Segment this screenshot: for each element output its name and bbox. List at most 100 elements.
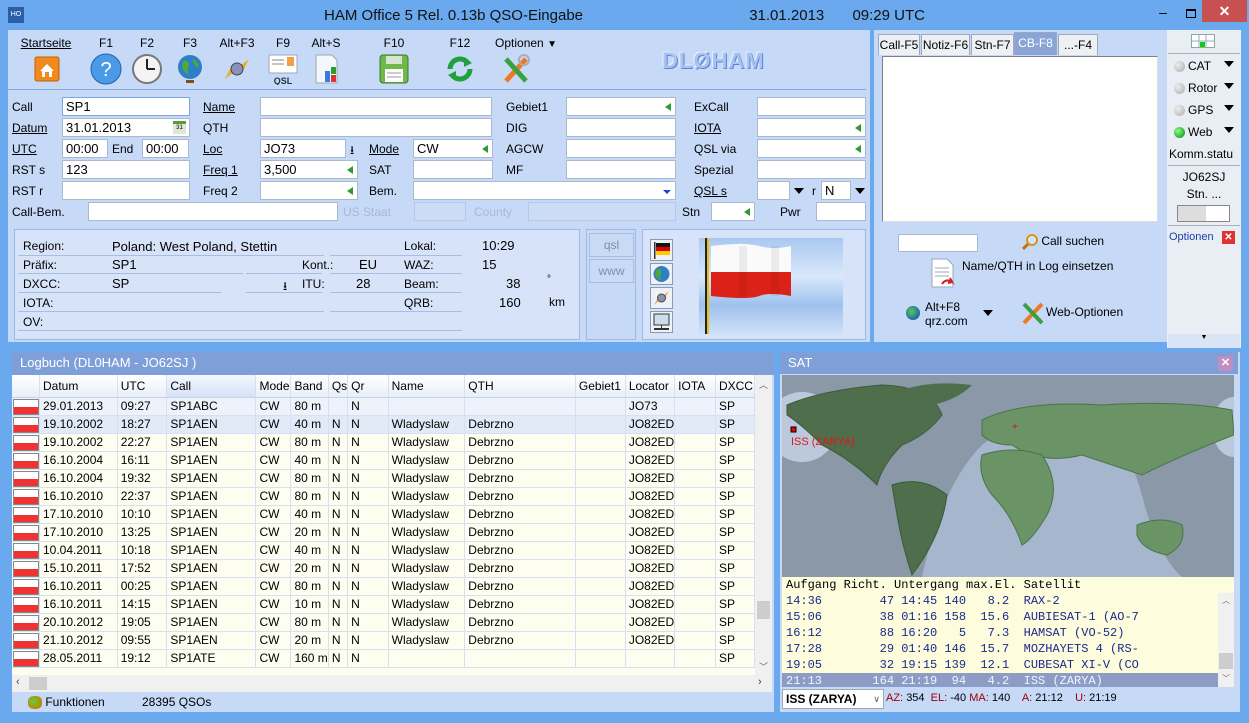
call-search-input[interactable] — [898, 234, 978, 252]
gebiet1-input[interactable] — [566, 97, 676, 116]
functions-button[interactable]: Funktionen — [28, 695, 105, 710]
column-header-iota[interactable]: IOTA — [674, 375, 716, 398]
rotor-dropdown-icon[interactable] — [1224, 83, 1234, 89]
log-row[interactable]: 16.10.2004 19:32 SP1AEN CW 80 m N N Wladyslaw De… — [12, 469, 755, 488]
call-input[interactable]: SP1 — [62, 97, 190, 116]
scrollbar-thumb[interactable] — [757, 601, 770, 619]
iota-arrow-icon[interactable] — [855, 124, 861, 132]
iss-position-marker[interactable] — [790, 426, 797, 433]
spezial-input[interactable] — [757, 160, 866, 179]
rotor-label[interactable]: Rotor — [1188, 81, 1217, 95]
log-row[interactable]: 16.10.2010 22:37 SP1AEN CW 80 m N N Wladyslaw De… — [12, 487, 755, 506]
qsl-button[interactable]: qsl — [589, 233, 634, 257]
qsl-s-dropdown-icon[interactable] — [794, 188, 804, 194]
log-row[interactable]: 28.05.2011 19:12 SP1ATE CW 160 m N N SP — [12, 649, 755, 668]
qsl-r-input[interactable]: N — [821, 181, 851, 200]
column-header-utc[interactable]: UTC — [117, 375, 168, 398]
scroll-right-icon[interactable]: › — [758, 676, 762, 688]
mode-input[interactable]: CW — [413, 139, 493, 158]
tab-more[interactable]: ...-F4 — [1058, 34, 1098, 55]
scroll-down-icon[interactable]: ▼ — [1168, 334, 1240, 348]
freq1-input[interactable]: 3,500 — [260, 160, 358, 179]
cb-text-area[interactable] — [882, 56, 1158, 222]
us-staat-input[interactable] — [414, 202, 466, 221]
loc-input[interactable]: JO73 — [260, 139, 346, 158]
toolbar-qsl-button[interactable]: F9 QSL — [266, 36, 300, 86]
qth-input[interactable] — [260, 118, 492, 137]
qsl-s-input[interactable] — [757, 181, 790, 200]
sat-input[interactable] — [413, 160, 493, 179]
county-input[interactable] — [528, 202, 676, 221]
column-header-gebiet1[interactable]: Gebiet1 — [575, 375, 626, 398]
logbook-vertical-scrollbar[interactable]: ︿ ﹀ — [755, 375, 772, 675]
log-row[interactable]: 16.10.2004 16:11 SP1AEN CW 40 m N N Wladyslaw De… — [12, 451, 755, 470]
logbook-horizontal-scrollbar[interactable]: ‹ › — [12, 675, 772, 692]
column-header-qr[interactable]: Qr — [347, 375, 389, 398]
excall-input[interactable] — [757, 97, 866, 116]
call-bem-input[interactable] — [88, 202, 338, 221]
toolbar-save-button[interactable]: F10 — [376, 36, 412, 85]
satellite-select[interactable]: ISS (ZARYA) ∨ — [782, 689, 884, 709]
log-row[interactable]: 17.10.2010 10:10 SP1AEN CW 40 m N N Wladyslaw De… — [12, 505, 755, 524]
rst-r-input[interactable] — [62, 181, 190, 200]
options-link[interactable]: Optionen — [1169, 231, 1214, 243]
cat-dropdown-icon[interactable] — [1224, 61, 1234, 67]
satellite-icon[interactable] — [650, 287, 673, 309]
scroll-up-icon[interactable]: ︿ — [1222, 595, 1230, 606]
rst-s-input[interactable]: 123 — [62, 160, 190, 179]
toolbar-help-button[interactable]: F1 ? — [88, 36, 124, 85]
sat-pass-row[interactable]: 19:05 32 19:15 139 12.1 CUBESAT XI-V (CO — [786, 657, 1139, 673]
tab-stn[interactable]: Stn-F7 — [971, 34, 1014, 55]
freq2-input[interactable] — [260, 181, 358, 200]
toolbar-clock-button[interactable]: F2 — [129, 36, 165, 85]
column-header-flag[interactable] — [12, 375, 40, 398]
satellite-world-map[interactable]: + ISS (ZARYA) — [782, 375, 1234, 577]
web-dropdown-icon[interactable] — [1224, 127, 1234, 133]
column-header-call[interactable]: Call — [166, 375, 257, 398]
column-header-name[interactable]: Name — [388, 375, 466, 398]
dig-input[interactable] — [566, 118, 676, 137]
column-header-band[interactable]: Band — [290, 375, 329, 398]
log-row[interactable]: 19.10.2002 18:27 SP1AEN CW 40 m N N Wladyslaw De… — [12, 415, 755, 434]
log-row[interactable]: 16.10.2011 00:25 SP1AEN CW 80 m N N Wladyslaw De… — [12, 577, 755, 596]
download-arrow-icon[interactable]: ⭳ — [350, 141, 354, 162]
computer-network-icon[interactable] — [650, 311, 673, 333]
bem-input[interactable] — [413, 181, 676, 200]
freq1-arrow-icon[interactable] — [347, 166, 353, 174]
name-input[interactable] — [260, 97, 492, 116]
pwr-input[interactable] — [816, 202, 866, 221]
german-flag-icon[interactable] — [650, 239, 673, 261]
stn-arrow-icon[interactable] — [744, 208, 750, 216]
scrollbar-thumb[interactable] — [1219, 653, 1233, 669]
toolbar-options-button[interactable]: Optionen ▼ — [490, 36, 562, 85]
toolbar-statistics-button[interactable]: Alt+S — [308, 36, 344, 85]
toolbar-globe-button[interactable]: F3 — [172, 36, 208, 85]
qrz-dropdown-icon[interactable] — [983, 310, 993, 316]
mode-arrow-icon[interactable] — [482, 145, 488, 153]
log-row[interactable]: 21.10.2012 09:55 SP1AEN CW 20 m N N Wladyslaw De… — [12, 631, 755, 650]
insert-name-qth-button[interactable]: Name/QTH in Log einsetzen — [930, 258, 1113, 288]
close-button[interactable]: ✕ — [1202, 0, 1247, 22]
scroll-down-icon[interactable]: ﹀ — [1222, 673, 1230, 684]
utc-input[interactable]: 00:00 — [62, 139, 108, 158]
station-switch-icon[interactable] — [1177, 205, 1230, 222]
scroll-up-icon[interactable]: ︿ — [759, 378, 768, 391]
bem-dropdown-icon[interactable] — [663, 190, 671, 194]
qsl-r-dropdown-icon[interactable] — [855, 188, 865, 194]
tab-notiz[interactable]: Notiz-F6 — [921, 34, 970, 55]
column-header-qth[interactable]: QTH — [464, 375, 576, 398]
cat-label[interactable]: CAT — [1188, 59, 1211, 73]
minimize-button[interactable]: – — [1150, 4, 1176, 24]
column-header-locator[interactable]: Locator — [625, 375, 676, 398]
toolbar-home-button[interactable]: Startseite — [18, 36, 74, 85]
web-options-button[interactable]: Web-Optionen — [1020, 300, 1123, 326]
freq2-arrow-icon[interactable] — [347, 187, 353, 195]
end-input[interactable]: 00:00 — [142, 139, 189, 158]
sat-pass-row[interactable]: 16:12 88 16:20 5 7.3 HAMSAT (VO-52) — [786, 625, 1124, 641]
sat-pass-row[interactable]: 14:36 47 14:45 140 8.2 RAX-2 — [786, 593, 1060, 609]
call-search-button[interactable]: Call suchen — [1021, 234, 1104, 251]
qsl-via-input[interactable] — [757, 139, 866, 158]
agcw-input[interactable] — [566, 139, 676, 158]
column-header-dxcc[interactable]: DXCC — [715, 375, 755, 398]
column-header-qs[interactable]: Qs — [328, 375, 349, 398]
